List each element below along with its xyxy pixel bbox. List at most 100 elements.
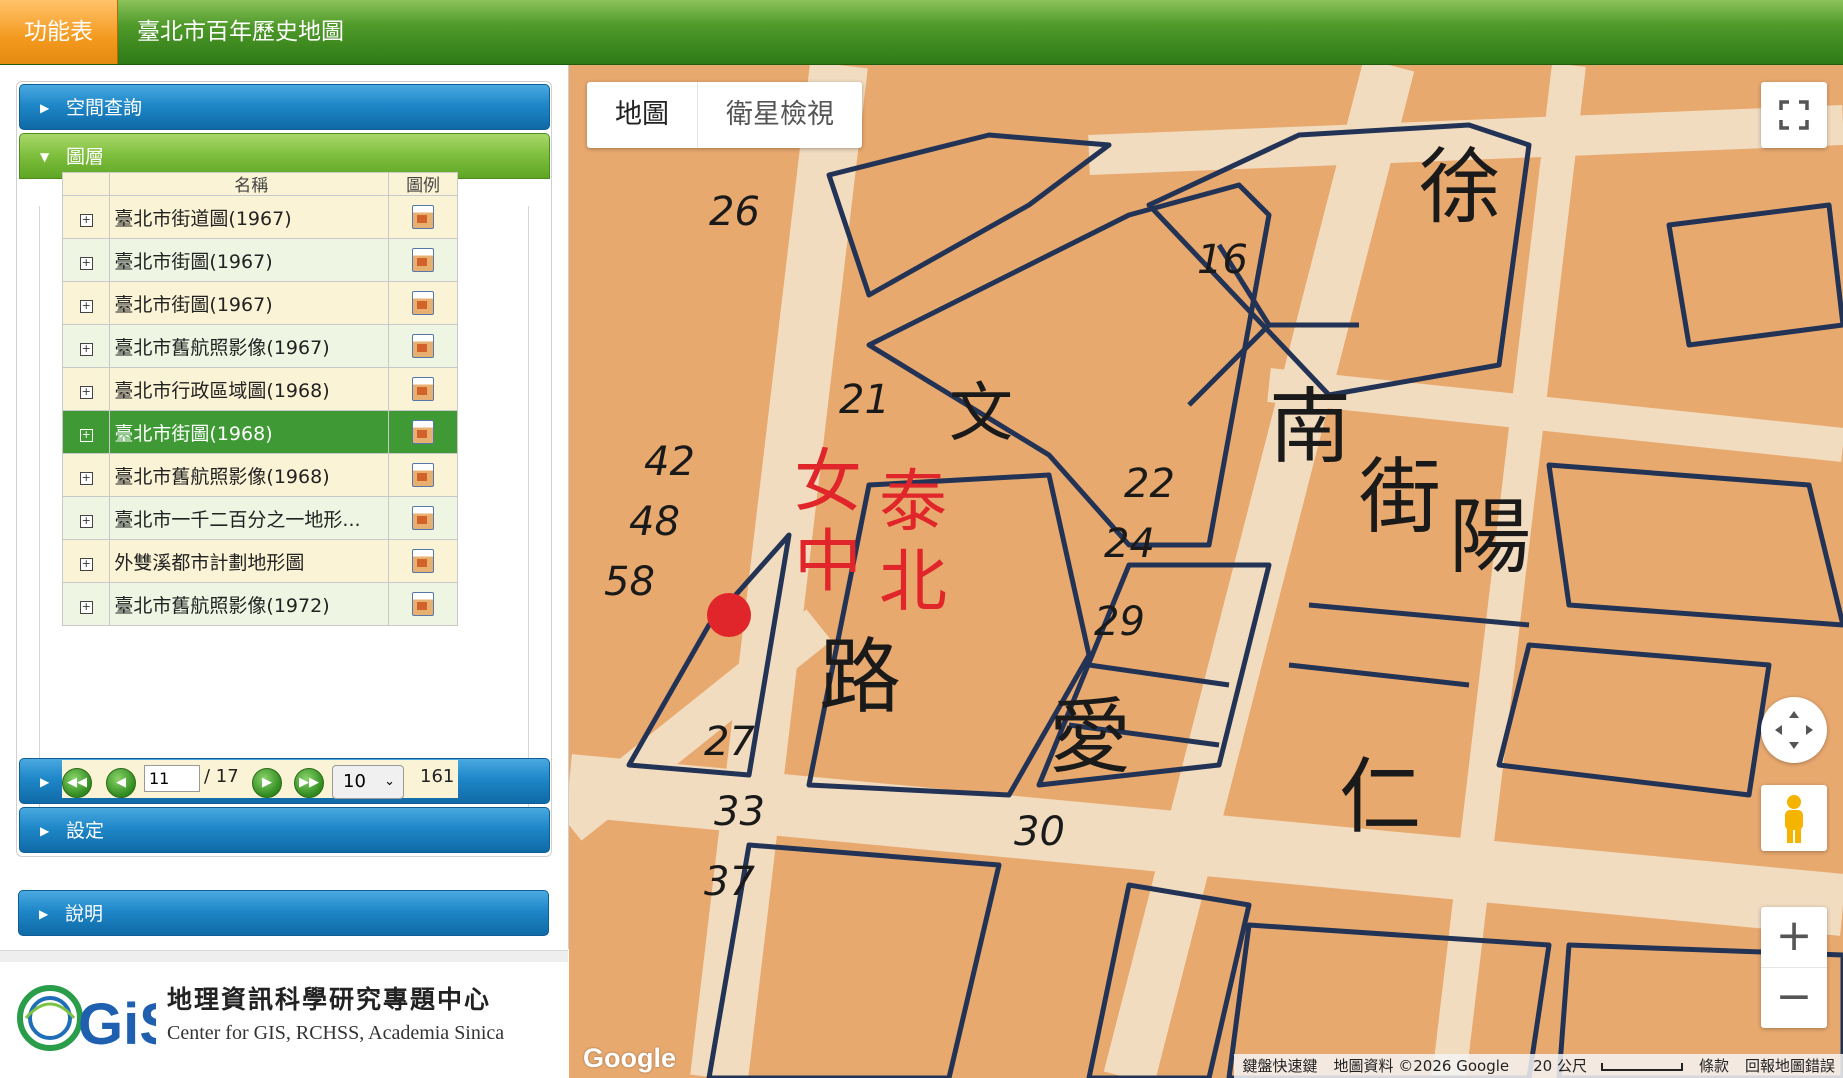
- expand-plus-icon[interactable]: +: [79, 257, 93, 270]
- map-type-satellite-button[interactable]: 衛星檢視: [697, 82, 862, 148]
- layer-row[interactable]: + 臺北市舊航照影像(1968): [61, 453, 458, 497]
- legend-icon[interactable]: [412, 420, 435, 444]
- layer-name[interactable]: 臺北市行政區域圖(1968): [109, 367, 390, 411]
- expand-plus-icon[interactable]: +: [79, 214, 93, 227]
- map-label: 泰: [879, 463, 947, 542]
- historical-map-image: 文 南 街 陽 徐 愛 仁 路 泰 北 女 中 26 16 21 42 48 5…: [569, 65, 1843, 1078]
- fullscreen-icon: [1779, 100, 1809, 130]
- legend-icon[interactable]: [412, 205, 435, 229]
- layer-name[interactable]: 臺北市舊航照影像(1967): [109, 324, 390, 368]
- expand-plus-icon[interactable]: +: [79, 429, 93, 442]
- layer-row[interactable]: + 臺北市行政區域圖(1968): [61, 367, 458, 411]
- expand-cell: +: [61, 539, 111, 583]
- layer-name[interactable]: 臺北市一千二百分之一地形...: [109, 496, 390, 540]
- page-number-input[interactable]: [144, 765, 200, 792]
- legend-icon[interactable]: [412, 377, 435, 401]
- camera-control-button[interactable]: [1761, 697, 1827, 763]
- legend-icon[interactable]: [412, 592, 435, 616]
- map-label: 陽: [1449, 490, 1531, 585]
- legend-cell: [388, 582, 458, 626]
- expand-plus-icon[interactable]: +: [79, 601, 93, 614]
- last-page-icon[interactable]: ▶▶: [294, 768, 324, 798]
- section-help[interactable]: ▶ 說明: [18, 890, 549, 936]
- fullscreen-button[interactable]: [1761, 82, 1827, 148]
- layer-row[interactable]: + 外雙溪都市計劃地形圖: [61, 539, 458, 583]
- pegman-icon: [1785, 795, 1803, 843]
- expand-plus-icon[interactable]: +: [79, 472, 93, 485]
- map-label: 文: [949, 377, 1013, 451]
- expand-plus-icon[interactable]: +: [79, 558, 93, 571]
- legend-icon[interactable]: [412, 549, 435, 573]
- map-type-control: 地圖 衛星檢視: [587, 82, 862, 148]
- terms-link[interactable]: 條款: [1691, 1054, 1737, 1078]
- first-page-icon[interactable]: ◀◀: [62, 768, 92, 798]
- map-label: 29: [1094, 599, 1145, 645]
- layer-name[interactable]: 外雙溪都市計劃地形圖: [109, 539, 390, 583]
- report-error-link[interactable]: 回報地圖錯誤: [1737, 1054, 1843, 1078]
- legend-icon[interactable]: [412, 291, 435, 315]
- org-name-en: Center for GIS, RCHSS, Academia Sinica: [167, 1022, 505, 1044]
- map-label: 22: [1124, 461, 1175, 507]
- menu-button[interactable]: 功能表: [0, 0, 118, 64]
- legend-cell: [388, 453, 458, 497]
- section-spatial-query[interactable]: ▶ 空間查詢: [19, 84, 550, 130]
- layer-row[interactable]: + 臺北市街圖(1967): [61, 238, 458, 282]
- keyboard-shortcuts-link[interactable]: 鍵盤快速鍵: [1234, 1054, 1325, 1078]
- expand-plus-icon[interactable]: +: [79, 343, 93, 356]
- expand-plus-icon[interactable]: +: [79, 386, 93, 399]
- page-size-select[interactable]: 10 ⌄: [332, 765, 404, 799]
- expand-cell: +: [61, 281, 111, 325]
- legend-icon[interactable]: [412, 334, 435, 358]
- pager: ◀◀ ◀ / 17 ▶ ▶▶ 10 ⌄ 161: [62, 760, 458, 799]
- layer-name[interactable]: 臺北市街圖(1967): [109, 238, 390, 282]
- section-settings[interactable]: ▶ 設定: [19, 807, 550, 853]
- expand-plus-icon[interactable]: +: [79, 515, 93, 528]
- footer: GiS 地理資訊科學研究專題中心 Center for GIS, RCHSS, …: [0, 962, 568, 1078]
- legend-cell: [388, 496, 458, 540]
- prev-page-icon[interactable]: ◀: [106, 768, 136, 798]
- zoom-out-button[interactable]: −: [1761, 968, 1827, 1028]
- page-total: / 17: [204, 766, 239, 787]
- col-legend-header: 圖例: [388, 172, 458, 196]
- legend-icon[interactable]: [412, 248, 435, 272]
- caret-right-icon: ▶: [40, 101, 50, 115]
- legend-icon[interactable]: [412, 463, 435, 487]
- map-attribution: 鍵盤快速鍵 地圖資料 ©2026 Google 20 公尺 條款 回報地圖錯誤: [1234, 1054, 1843, 1078]
- layer-row[interactable]: + 臺北市街圖(1967): [61, 281, 458, 325]
- map-label: 42: [644, 439, 695, 485]
- legend-cell: [388, 539, 458, 583]
- layer-row[interactable]: + 臺北市舊航照影像(1967): [61, 324, 458, 368]
- legend-icon[interactable]: [412, 506, 435, 530]
- expand-plus-icon[interactable]: +: [79, 300, 93, 313]
- page-size-value: 10: [343, 771, 366, 792]
- caret-right-icon: ▶: [40, 775, 50, 789]
- expand-cell: +: [61, 582, 111, 626]
- layer-name[interactable]: 臺北市街圖(1967): [109, 281, 390, 325]
- layer-name[interactable]: 臺北市街圖(1968): [109, 410, 390, 454]
- scale-indicator[interactable]: 20 公尺: [1517, 1054, 1691, 1078]
- layer-table: 名稱 圖例 + 臺北市街道圖(1967) + 臺北市街圖(1967) + 臺北市街圖(19…: [61, 172, 458, 626]
- layer-row[interactable]: + 臺北市街道圖(1967): [61, 195, 458, 239]
- expand-cell: +: [61, 324, 111, 368]
- legend-cell: [388, 410, 458, 454]
- caret-right-icon: ▶: [40, 824, 50, 838]
- expand-cell: +: [61, 195, 111, 239]
- street-view-pegman-button[interactable]: [1761, 785, 1827, 851]
- layer-row[interactable]: + 臺北市一千二百分之一地形...: [61, 496, 458, 540]
- map-type-roadmap-button[interactable]: 地圖: [587, 82, 697, 148]
- map-label: 48: [629, 499, 680, 545]
- layer-name[interactable]: 臺北市舊航照影像(1972): [109, 582, 390, 626]
- map-canvas[interactable]: 文 南 街 陽 徐 愛 仁 路 泰 北 女 中 26 16 21 42 48 5…: [569, 65, 1843, 1078]
- layer-name[interactable]: 臺北市舊航照影像(1968): [109, 453, 390, 497]
- map-label: 37: [704, 859, 755, 905]
- layer-row[interactable]: + 臺北市街圖(1968): [61, 410, 458, 454]
- layer-name[interactable]: 臺北市街道圖(1967): [109, 195, 390, 239]
- map-label: 26: [709, 189, 760, 235]
- map-data-credit: 地圖資料 ©2026 Google: [1333, 1057, 1510, 1075]
- zoom-in-button[interactable]: +: [1761, 907, 1827, 968]
- legend-cell: [388, 367, 458, 411]
- expand-cell: +: [61, 410, 111, 454]
- map-label: 仁: [1339, 750, 1421, 845]
- next-page-icon[interactable]: ▶: [252, 768, 282, 798]
- layer-row[interactable]: + 臺北市舊航照影像(1972): [61, 582, 458, 626]
